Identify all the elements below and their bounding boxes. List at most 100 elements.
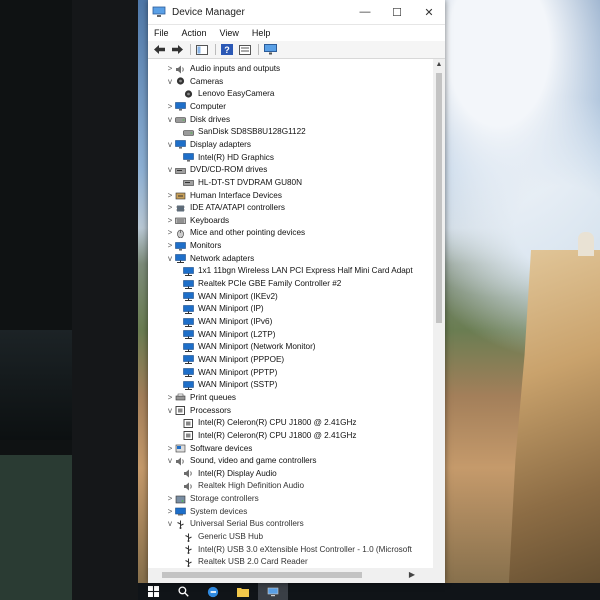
- keyboard-icon: [175, 217, 186, 225]
- tree-item[interactable]: 1x1 11bgn Wireless LAN PCI Express Half …: [181, 265, 413, 277]
- expand-chevron-icon[interactable]: >: [165, 493, 175, 505]
- title-bar[interactable]: Device Manager — ☐ ✕: [148, 0, 445, 25]
- tree-item-label: Realtek USB 2.0 Card Reader: [198, 557, 308, 567]
- expand-chevron-icon[interactable]: >: [165, 240, 175, 252]
- collapse-chevron-icon[interactable]: v: [165, 253, 175, 265]
- tree-item[interactable]: Intel(R) Display Audio: [181, 468, 277, 480]
- tree-item[interactable]: WAN Miniport (L2TP): [181, 329, 276, 341]
- expand-chevron-icon[interactable]: >: [165, 202, 175, 214]
- tree-item-label: WAN Miniport (Network Monitor): [198, 342, 316, 352]
- expand-chevron-icon[interactable]: >: [165, 215, 175, 227]
- screen-bezel: [72, 0, 138, 600]
- tree-item[interactable]: v Cameras: [165, 76, 223, 88]
- network-icon: [183, 305, 194, 314]
- expand-chevron-icon[interactable]: >: [165, 506, 175, 518]
- expand-chevron-icon[interactable]: >: [165, 101, 175, 113]
- tree-item[interactable]: > Keyboards: [165, 215, 230, 227]
- tree-item[interactable]: Intel(R) Celeron(R) CPU J1800 @ 2.41GHz: [181, 430, 356, 442]
- tree-item[interactable]: HL-DT-ST DVDRAM GU80N: [181, 177, 302, 189]
- tree-item[interactable]: > Human Interface Devices: [165, 190, 282, 202]
- properties-button[interactable]: [238, 44, 252, 56]
- tree-item[interactable]: Generic USB Hub: [181, 531, 263, 543]
- collapse-chevron-icon[interactable]: v: [165, 455, 175, 467]
- horizontal-scroll-thumb[interactable]: [162, 572, 362, 578]
- scroll-up-icon[interactable]: ▲: [433, 61, 445, 68]
- taskbar-search[interactable]: [168, 583, 198, 600]
- tree-item[interactable]: > IDE ATA/ATAPI controllers: [165, 202, 285, 214]
- tree-item-label: WAN Miniport (PPPOE): [198, 354, 285, 364]
- menu-action[interactable]: Action: [182, 28, 207, 38]
- tree-item[interactable]: v Processors: [165, 405, 231, 417]
- close-button[interactable]: ✕: [413, 0, 445, 24]
- speaker-icon: [184, 482, 192, 491]
- collapse-chevron-icon[interactable]: v: [165, 114, 175, 126]
- tree-item[interactable]: Realtek PCIe GBE Family Controller #2: [181, 278, 341, 290]
- tree-item[interactable]: v Disk drives: [165, 114, 230, 126]
- tree-item[interactable]: v Network adapters: [165, 253, 254, 265]
- tree-item[interactable]: > Storage controllers: [165, 493, 259, 505]
- menu-help[interactable]: Help: [252, 28, 271, 38]
- tree-item[interactable]: v Sound, video and game controllers: [165, 455, 317, 467]
- vertical-scrollbar[interactable]: ▲: [433, 59, 445, 568]
- tree-item[interactable]: Realtek High Definition Audio: [181, 480, 304, 492]
- forward-button[interactable]: [170, 44, 184, 56]
- expand-chevron-icon[interactable]: >: [165, 392, 175, 404]
- processor-icon: [183, 431, 193, 441]
- help-button[interactable]: ?: [220, 44, 234, 56]
- tree-item-label: Storage controllers: [190, 494, 259, 504]
- collapse-chevron-icon[interactable]: v: [165, 139, 175, 151]
- horizontal-scrollbar[interactable]: ▶: [148, 568, 445, 583]
- camera-icon: [184, 90, 193, 98]
- tree-item[interactable]: WAN Miniport (IKEv2): [181, 291, 278, 303]
- tree-item[interactable]: WAN Miniport (Network Monitor): [181, 341, 316, 353]
- expand-chevron-icon[interactable]: >: [165, 443, 175, 455]
- collapse-chevron-icon[interactable]: v: [165, 405, 175, 417]
- tree-item-label: Intel(R) Celeron(R) CPU J1800 @ 2.41GHz: [198, 430, 357, 440]
- tree-item[interactable]: > Computer: [165, 101, 226, 113]
- expand-chevron-icon[interactable]: >: [165, 227, 175, 239]
- tree-item[interactable]: Intel(R) Celeron(R) CPU J1800 @ 2.41GHz: [181, 417, 356, 429]
- taskbar-file-explorer[interactable]: [228, 583, 258, 600]
- back-button[interactable]: [152, 44, 166, 56]
- tree-item[interactable]: Lenovo EasyCamera: [181, 88, 274, 100]
- tree-item[interactable]: > System devices: [165, 506, 247, 518]
- tree-item-label: Lenovo EasyCamera: [198, 89, 275, 99]
- tree-item[interactable]: WAN Miniport (IPv6): [181, 316, 272, 328]
- tree-item[interactable]: > Monitors: [165, 240, 221, 252]
- tree-item[interactable]: WAN Miniport (PPTP): [181, 367, 277, 379]
- menu-view[interactable]: View: [220, 28, 239, 38]
- taskbar-device-manager[interactable]: [258, 583, 288, 600]
- maximize-button[interactable]: ☐: [381, 0, 413, 24]
- tree-item[interactable]: WAN Miniport (SSTP): [181, 379, 277, 391]
- collapse-chevron-icon[interactable]: v: [165, 164, 175, 176]
- collapse-chevron-icon[interactable]: v: [165, 76, 175, 88]
- tree-item[interactable]: > Software devices: [165, 443, 253, 455]
- tree-item[interactable]: v Display adapters: [165, 139, 251, 151]
- expand-chevron-icon[interactable]: >: [165, 63, 175, 75]
- tree-item-label: Intel(R) Display Audio: [198, 468, 277, 478]
- tree-item[interactable]: > Mice and other pointing devices: [165, 227, 305, 239]
- scan-hardware-button[interactable]: [263, 44, 277, 56]
- speaker-icon: [176, 65, 184, 73]
- tree-item[interactable]: v Universal Serial Bus controllers: [165, 518, 304, 530]
- vertical-scroll-thumb[interactable]: [436, 73, 442, 323]
- tree-item[interactable]: Intel(R) HD Graphics: [181, 152, 274, 164]
- menu-file[interactable]: File: [154, 28, 169, 38]
- tree-item[interactable]: > Audio inputs and outputs: [165, 63, 280, 75]
- tree-item[interactable]: Intel(R) USB 3.0 eXtensible Host Control…: [181, 544, 412, 556]
- start-button[interactable]: [138, 583, 168, 600]
- desk-background: [0, 455, 72, 600]
- taskbar-edge[interactable]: [198, 583, 228, 600]
- tree-item[interactable]: v DVD/CD-ROM drives: [165, 164, 267, 176]
- tree-item[interactable]: > Print queues: [165, 392, 236, 404]
- scroll-right-icon[interactable]: ▶: [409, 570, 415, 579]
- tree-item[interactable]: Realtek USB 2.0 Card Reader: [181, 556, 308, 568]
- tree-item[interactable]: WAN Miniport (IP): [181, 303, 264, 315]
- device-tree[interactable]: > Audio inputs and outputs v Cameras Lenovo …: [148, 59, 433, 568]
- minimize-button[interactable]: —: [349, 0, 381, 24]
- tree-item[interactable]: SanDisk SD8SB8U128G1122: [181, 126, 306, 138]
- expand-chevron-icon[interactable]: >: [165, 190, 175, 202]
- collapse-chevron-icon[interactable]: v: [165, 518, 175, 530]
- tree-item[interactable]: WAN Miniport (PPPOE): [181, 354, 284, 366]
- show-hide-console-tree-button[interactable]: [195, 44, 209, 56]
